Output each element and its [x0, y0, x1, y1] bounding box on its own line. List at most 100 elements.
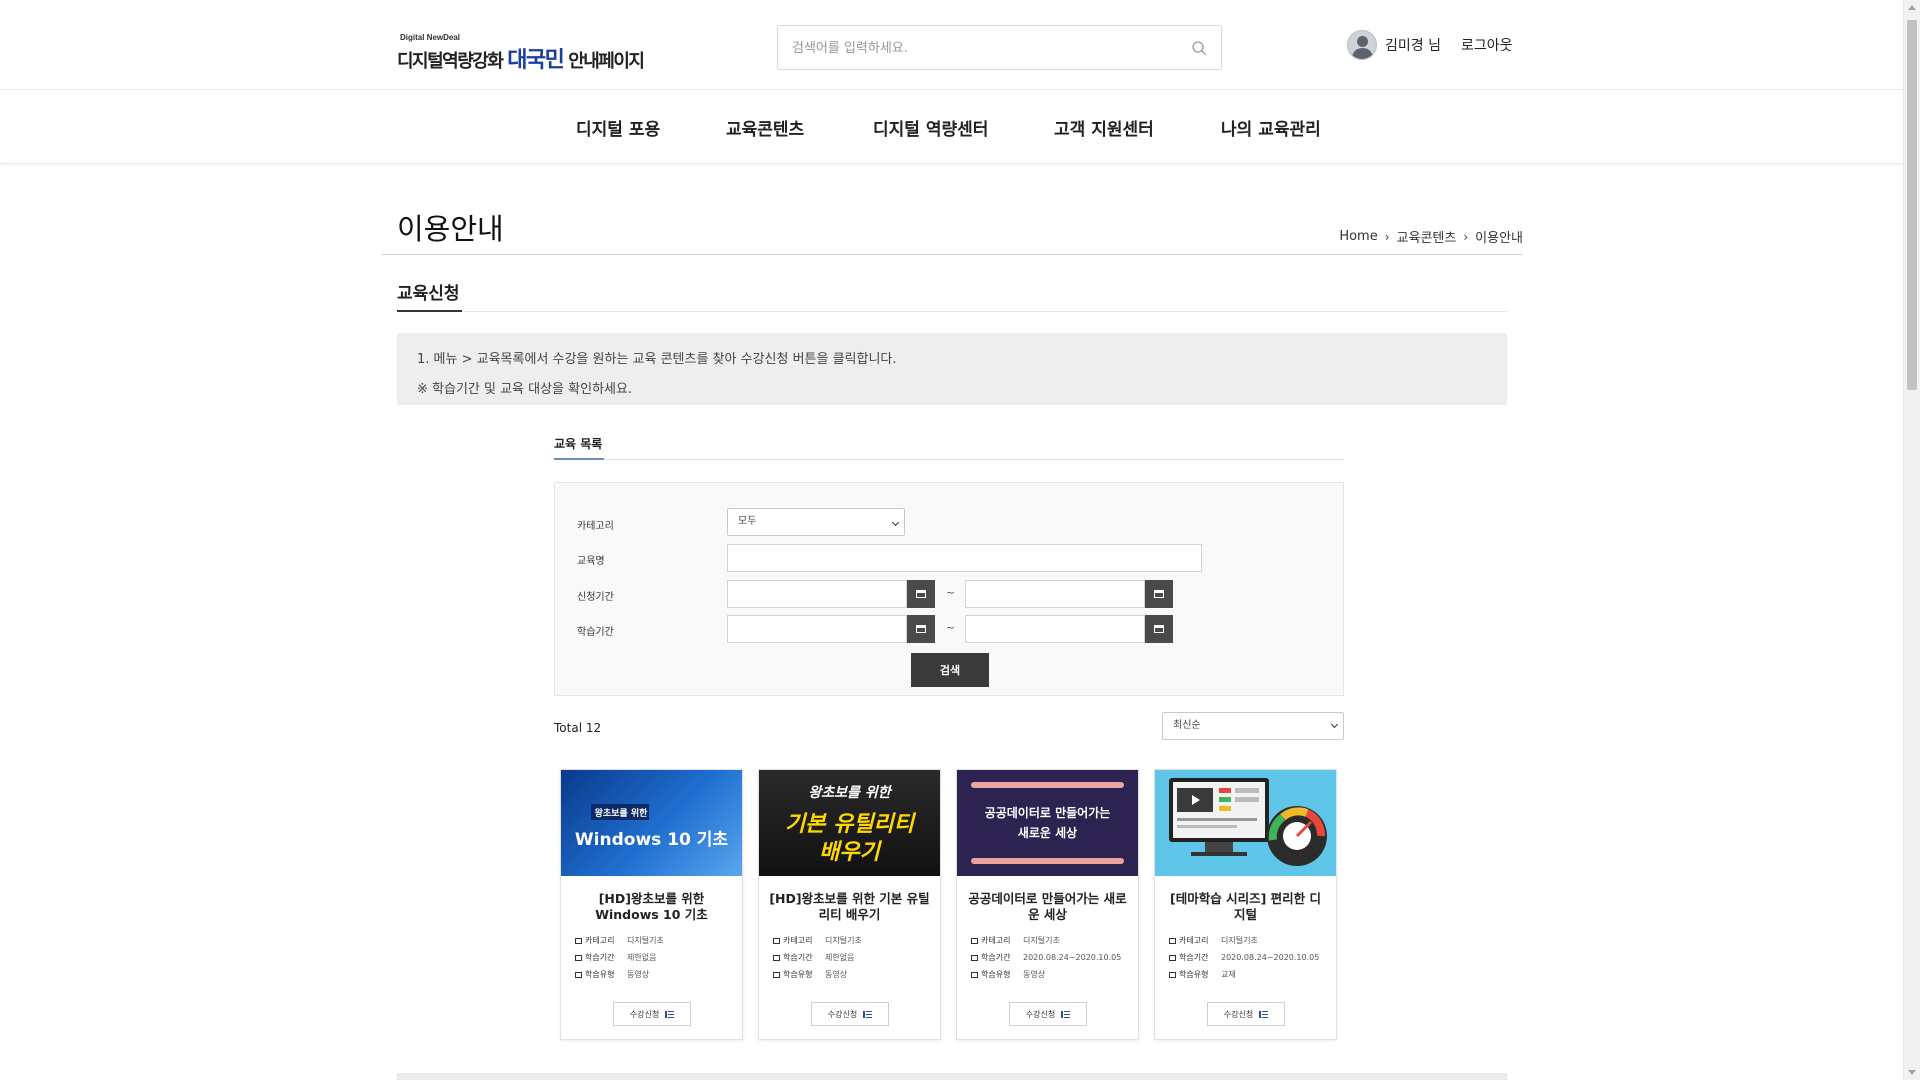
breadcrumb-home[interactable]: Home: [1339, 229, 1377, 244]
calendar-icon[interactable]: [907, 580, 935, 608]
study-end-input[interactable]: [965, 615, 1145, 643]
thumb-main-text: 공공데이터로 만들어가는: [984, 806, 1111, 820]
edu-list-underline: [554, 458, 604, 460]
apply-button[interactable]: 수강신청: [613, 1002, 691, 1026]
apply-start-input[interactable]: [727, 580, 907, 608]
meta-value: 디지털기초: [1221, 936, 1258, 945]
edu-search-button[interactable]: 검색: [911, 653, 989, 687]
calendar-icon: [773, 954, 780, 961]
edu-list-divider: [554, 459, 1344, 460]
nav-customer-support[interactable]: 고객 지원센터: [1054, 115, 1154, 140]
meta-key: 카테고리: [981, 936, 1011, 945]
monitor-icon: [971, 937, 978, 944]
card-meta-period: 학습기간 제한없음: [773, 952, 854, 963]
card-meta-period: 학습기간 제한없음: [575, 952, 656, 963]
meta-value: 디지털기초: [825, 936, 862, 945]
apply-button[interactable]: 수강신청: [1207, 1002, 1285, 1026]
breadcrumb-edu[interactable]: 교육콘텐츠: [1397, 227, 1457, 246]
calendar-icon[interactable]: [1145, 615, 1173, 643]
meta-value: 동영상: [1023, 970, 1046, 979]
study-period-label: 학습기간: [577, 627, 614, 638]
breadcrumb-current: 이용안내: [1475, 231, 1523, 246]
edu-card[interactable]: 왕초보를 위한 기본 유틸리티 배우기 [HD]왕초보를 위한 기본 유틸리티 …: [758, 769, 941, 1040]
meta-key: 학습유형: [981, 970, 1011, 979]
meta-value: 2020.08.24~2020.10.05: [1023, 953, 1122, 962]
apply-label: 수강신청: [629, 1009, 660, 1019]
apply-label: 수강신청: [827, 1009, 858, 1019]
monitor-gauge-illustration: [1169, 778, 1327, 866]
edu-list-frame: 교육 목록 카테고리 모두 교육명 신청기간 ~ 학습기간 ~ 검색 Total…: [535, 425, 1365, 1045]
main-nav: 디지털 포용 교육콘텐츠 디지털 역량센터 고객 지원센터 나의 교육관리: [0, 91, 1903, 164]
meta-value: 2020.08.24~2020.10.05: [1221, 953, 1320, 962]
page-scrollbar[interactable]: [1903, 0, 1920, 1080]
notice-line: 1. 메뉴 > 교육목록에서 수강을 원하는 교육 콘텐츠를 찾아 수강신청 버…: [417, 352, 897, 367]
edu-list-title: 교육 목록: [554, 437, 603, 451]
card-meta-period: 학습기간 2020.08.24~2020.10.05: [971, 952, 1121, 963]
footer-strip: [397, 1073, 1507, 1080]
card-title[interactable]: 공공데이터로 만들어가는 새로운 세상: [967, 891, 1128, 923]
apply-list-icon: [1259, 1010, 1269, 1018]
list-icon: [1169, 971, 1176, 978]
sort-select[interactable]: 최신순: [1162, 712, 1344, 740]
thumb-small-text: 왕초보를 위한: [808, 785, 891, 801]
study-start-input[interactable]: [727, 615, 907, 643]
card-meta-type: 학습유형 교재: [1169, 969, 1236, 980]
scroll-up-icon[interactable]: [1908, 5, 1916, 10]
meta-value: 동영상: [825, 970, 848, 979]
apply-button[interactable]: 수강신청: [811, 1002, 889, 1026]
logo-post: 안내페이지: [563, 51, 645, 72]
meta-key: 학습유형: [1179, 970, 1209, 979]
monitor-icon: [773, 937, 780, 944]
global-search-input[interactable]: [792, 38, 1172, 58]
site-logo[interactable]: Digital NewDeal 디지털역량강화 대국민 안내페이지: [397, 30, 645, 73]
scroll-down-icon[interactable]: [1908, 1070, 1916, 1075]
chevron-down-icon: [1330, 720, 1339, 729]
meta-key: 학습기간: [585, 953, 615, 962]
meta-key: 학습기간: [981, 953, 1011, 962]
edu-card[interactable]: 왕초보를 위한 Windows 10 기초 [HD]왕초보를 위한 Window…: [560, 769, 743, 1040]
search-icon[interactable]: [1191, 40, 1207, 56]
card-meta-type: 학습유형 동영상: [971, 969, 1045, 980]
avatar: [1347, 30, 1377, 60]
edu-search-panel: 카테고리 모두 교육명 신청기간 ~ 학습기간 ~ 검색: [554, 482, 1344, 696]
edu-name-input[interactable]: [727, 544, 1202, 572]
card-title[interactable]: [테마학습 시리즈] 편리한 디지털: [1165, 891, 1326, 923]
card-title[interactable]: [HD]왕초보를 위한 기본 유틸리티 배우기: [769, 891, 930, 923]
calendar-icon[interactable]: [907, 615, 935, 643]
nav-digital-inclusion[interactable]: 디지털 포용: [576, 115, 660, 140]
meta-value: 제한없음: [825, 953, 855, 962]
chevron-down-icon: [891, 518, 900, 527]
category-select[interactable]: 모두: [727, 508, 905, 536]
logo-text: 디지털역량강화 대국민 안내페이지: [397, 42, 645, 74]
calendar-icon[interactable]: [1145, 580, 1173, 608]
meta-value: 디지털기초: [1023, 936, 1060, 945]
edu-card[interactable]: 공공데이터로 만들어가는 새로운 세상 공공데이터로 만들어가는 새로운 세상 …: [956, 769, 1139, 1040]
notice-box: 1. 메뉴 > 교육목록에서 수강을 원하는 교육 콘텐츠를 찾아 수강신청 버…: [397, 333, 1507, 405]
nav-edu-contents[interactable]: 교육콘텐츠: [726, 115, 804, 140]
title-divider: [382, 254, 1522, 255]
notice-line: ※ 학습기간 및 교육 대상을 확인하세요.: [417, 382, 633, 397]
apply-label: 수강신청: [1223, 1009, 1254, 1019]
meta-value: 디지털기초: [627, 936, 664, 945]
subtitle-underline: [397, 310, 462, 312]
apply-button[interactable]: 수강신청: [1009, 1002, 1087, 1026]
edu-card[interactable]: [테마학습 시리즈] 편리한 디지털 카테고리 디지털기초 학습기간 2020.08…: [1154, 769, 1337, 1040]
thumb-small-text: 왕초보를 위한: [594, 809, 648, 819]
card-meta-type: 학습유형 동영상: [575, 969, 649, 980]
meta-value: 제한없음: [627, 953, 657, 962]
card-title[interactable]: [HD]왕초보를 위한 Windows 10 기초: [571, 891, 732, 923]
meta-key: 카테고리: [1179, 936, 1209, 945]
nav-digital-center[interactable]: 디지털 역량센터: [873, 115, 988, 140]
scrollbar-thumb[interactable]: [1907, 20, 1917, 390]
range-tilde: ~: [946, 621, 956, 634]
sort-select-value: 최신순: [1173, 720, 1201, 731]
user-area: 김미경 님 로그아웃: [1347, 30, 1513, 60]
logout-link[interactable]: 로그아웃: [1461, 35, 1513, 55]
page-title: 이용안내: [397, 212, 504, 246]
card-meta-category: 카테고리 디지털기초: [1169, 935, 1258, 946]
thumb-main-text: 배우기: [819, 840, 880, 865]
card-meta-category: 카테고리 디지털기초: [971, 935, 1060, 946]
nav-my-edu[interactable]: 나의 교육관리: [1221, 115, 1321, 140]
apply-end-input[interactable]: [965, 580, 1145, 608]
meta-key: 카테고리: [585, 936, 615, 945]
